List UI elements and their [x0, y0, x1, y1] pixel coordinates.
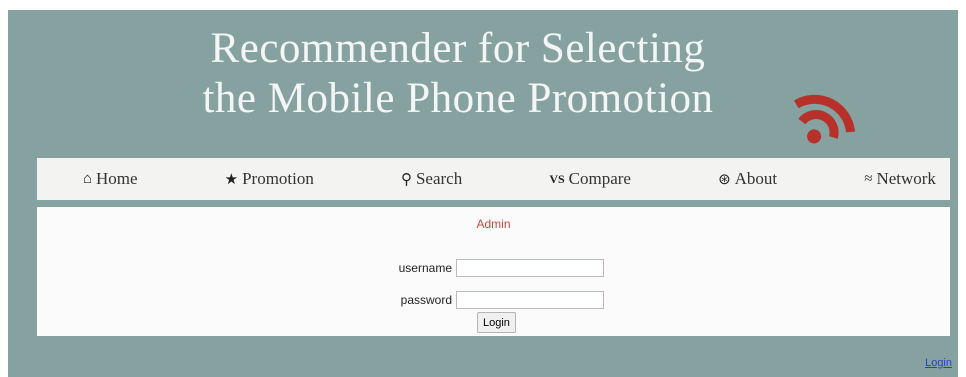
page-background: Recommender for Selecting the Mobile Pho… — [8, 10, 958, 377]
search-icon: ⚲ — [400, 171, 412, 188]
site-title: Recommender for Selecting the Mobile Pho… — [8, 24, 908, 124]
username-row: username — [37, 257, 604, 279]
site-title-line-2: the Mobile Phone Promotion — [202, 75, 714, 122]
password-input[interactable] — [456, 291, 604, 309]
nav-item-network[interactable]: ≈ Network — [864, 169, 936, 189]
nav-item-home-label: Home — [96, 169, 138, 188]
username-input[interactable] — [456, 259, 604, 277]
nav-item-about-label: About — [734, 169, 778, 188]
rss-feed-icon — [794, 94, 855, 144]
home-icon: ⌂ — [83, 170, 93, 187]
star-icon: ★ — [224, 171, 239, 188]
nav-item-network-label: Network — [876, 169, 936, 188]
username-label: username — [398, 261, 452, 275]
nav-item-search[interactable]: ⚲ Search — [401, 169, 462, 189]
nav-item-home[interactable]: ⌂ Home — [83, 169, 138, 189]
binoculars-icon: ⊛ — [718, 171, 731, 188]
nav-item-about[interactable]: ⊛ About — [718, 169, 777, 189]
login-panel: Admin username password Login — [37, 207, 950, 336]
main-navigation: ⌂ Home ★ Promotion ⚲ Search VS Compare ⊛… — [37, 158, 950, 200]
nav-item-compare[interactable]: VS Compare — [549, 169, 631, 189]
versus-icon: VS — [549, 171, 565, 186]
nav-item-compare-label: Compare — [568, 169, 631, 188]
rss-icon: ≈ — [864, 170, 873, 187]
nav-item-promotion-label: Promotion — [242, 169, 314, 188]
password-row: password — [37, 289, 604, 311]
password-label: password — [400, 293, 452, 307]
site-title-line-1: Recommender for Selecting — [210, 25, 706, 72]
login-link[interactable]: Login — [925, 357, 952, 369]
login-heading: Admin — [476, 217, 511, 231]
nav-item-promotion[interactable]: ★ Promotion — [225, 169, 314, 189]
nav-item-search-label: Search — [415, 169, 463, 188]
login-button[interactable]: Login — [477, 312, 516, 333]
